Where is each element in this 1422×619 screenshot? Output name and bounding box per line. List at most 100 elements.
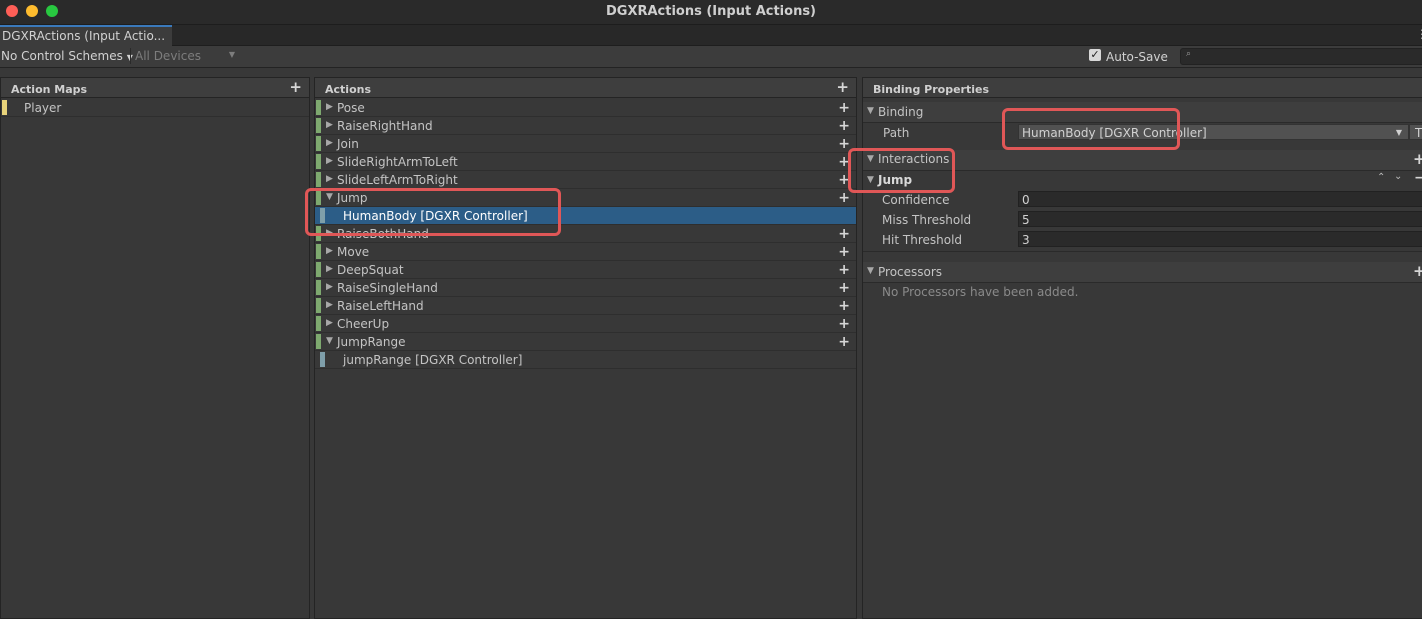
auto-save-label: Auto-Save [1106,50,1168,64]
section-divider [863,251,1422,252]
miss-threshold-label: Miss Threshold [882,213,972,227]
devices-dropdown[interactable]: All Devices ▼ [130,48,238,64]
toolbar: No Control Schemes ▼ All Devices ▼ ✓ Aut… [0,46,1422,68]
processors-empty-message: No Processors have been added. [882,285,1079,299]
action-label: Move [337,245,370,259]
add-binding-button[interactable]: + [838,190,850,206]
add-binding-button[interactable]: + [838,334,850,350]
highlight-box-path [1002,108,1180,150]
path-t-button[interactable]: T [1409,124,1422,140]
search-icon: ⌕ [1186,49,1192,59]
control-scheme-dropdown[interactable]: No Control Schemes ▼ [1,49,133,63]
add-processor-button[interactable]: + [1413,264,1422,279]
action-item-pose[interactable]: ▶ Pose + [315,99,856,117]
collapsed-arrow-icon[interactable]: ▶ [326,264,333,274]
action-label: SlideLeftArmToRight [337,173,458,187]
action-item-slideleftarmtoright[interactable]: ▶ SlideLeftArmToRight + [315,171,856,189]
action-color-bar [316,172,321,187]
add-binding-button[interactable]: + [838,226,850,242]
action-label: SlideRightArmToLeft [337,155,458,169]
action-item-jumprange[interactable]: ▼ JumpRange + [315,333,856,351]
expanded-arrow-icon[interactable]: ▼ [326,336,333,346]
tab-menu-icon[interactable]: ⋮ [1416,27,1422,41]
highlight-box-jump-binding [305,188,561,236]
expand-arrow-icon: ▼ [867,266,874,276]
add-binding-button[interactable]: + [838,118,850,134]
highlight-box-interactions [848,148,955,193]
collapsed-arrow-icon[interactable]: ▶ [326,120,333,130]
confidence-field[interactable]: 0 [1018,191,1422,207]
action-color-bar [316,154,321,169]
action-label: RaiseRightHand [337,119,433,133]
action-color-bar [316,334,321,349]
path-label: Path [883,126,910,140]
add-binding-button[interactable]: + [838,316,850,332]
action-maps-header: Action Maps [1,78,309,98]
collapsed-arrow-icon[interactable]: ▶ [326,282,333,292]
add-action-map-button[interactable]: + [289,80,302,95]
tab-dgxr-actions[interactable]: DGXRActions (Input Actio... [0,25,172,46]
remove-interaction-button[interactable]: − [1414,170,1422,186]
collapsed-arrow-icon[interactable]: ▶ [326,246,333,256]
binding-item-jumprange-dgxr-controller[interactable]: jumpRange [DGXR Controller] [315,351,856,369]
action-map-color-bar [2,100,7,115]
add-interaction-button[interactable]: + [1413,152,1422,167]
action-label: DeepSquat [337,263,404,277]
action-color-bar [316,280,321,295]
chevron-down-icon: ▼ [228,50,235,59]
tab-bar: DGXRActions (Input Actio... ⋮ [0,25,1422,46]
miss-threshold-field[interactable]: 5 [1018,211,1422,227]
add-binding-button[interactable]: + [838,262,850,278]
collapsed-arrow-icon[interactable]: ▶ [326,102,333,112]
action-item-deepsquat[interactable]: ▶ DeepSquat + [315,261,856,279]
window-title: DGXRActions (Input Actions) [605,4,817,19]
add-binding-button[interactable]: + [838,244,850,260]
actions-title: Actions [325,83,371,96]
search-input[interactable]: ⌕ [1180,48,1422,65]
actions-panel: Actions + ▶ Pose + ▶ RaiseRightHand + ▶ Join + ▶ S… [314,77,857,619]
processors-section-header[interactable]: ▼ Processors + [863,262,1422,283]
collapsed-arrow-icon[interactable]: ▶ [326,174,333,184]
processors-section-label: Processors [878,265,943,279]
collapsed-arrow-icon[interactable]: ▶ [326,138,333,148]
add-binding-button[interactable]: + [838,100,850,116]
action-maps-title: Action Maps [11,83,88,96]
chevron-down-icon: ▼ [1395,128,1402,137]
binding-label: jumpRange [DGXR Controller] [343,353,523,367]
binding-properties-header: Binding Properties [863,78,1422,98]
add-action-button[interactable]: + [836,80,849,95]
collapsed-arrow-icon[interactable]: ▶ [326,300,333,310]
actions-header: Actions [315,78,856,98]
action-item-raiserighthand[interactable]: ▶ RaiseRightHand + [315,117,856,135]
action-color-bar [316,118,321,133]
add-binding-button[interactable]: + [838,298,850,314]
action-item-sliderightarmtoleft[interactable]: ▶ SlideRightArmToLeft + [315,153,856,171]
action-map-item-player[interactable]: Player [1,99,309,117]
action-item-cheerup[interactable]: ▶ CheerUp + [315,315,856,333]
action-color-bar [316,262,321,277]
action-item-raiselefthand[interactable]: ▶ RaiseLeftHand + [315,297,856,315]
binding-properties-title: Binding Properties [873,83,990,96]
hit-threshold-label: Hit Threshold [882,233,963,247]
move-down-icon[interactable]: ⌄ [1394,171,1402,182]
collapsed-arrow-icon[interactable]: ▶ [326,318,333,328]
action-item-raisesinglehand[interactable]: ▶ RaiseSingleHand + [315,279,856,297]
action-map-label: Player [24,101,62,115]
action-item-move[interactable]: ▶ Move + [315,243,856,261]
expand-arrow-icon: ▼ [867,106,874,116]
control-scheme-label: No Control Schemes [1,49,123,63]
action-label: RaiseSingleHand [337,281,438,295]
action-color-bar [316,100,321,115]
action-color-bar [316,298,321,313]
action-color-bar [316,136,321,151]
auto-save-checkbox[interactable]: ✓ [1089,49,1101,61]
confidence-label: Confidence [882,193,950,207]
action-item-join[interactable]: ▶ Join + [315,135,856,153]
window-title-bar: DGXRActions (Input Actions) [0,0,1422,25]
hit-threshold-field[interactable]: 3 [1018,231,1422,247]
collapsed-arrow-icon[interactable]: ▶ [326,156,333,166]
add-binding-button[interactable]: + [838,280,850,296]
move-up-icon[interactable]: ⌃ [1377,172,1385,183]
action-maps-panel: Action Maps + Player [0,77,310,619]
binding-color-bar [320,352,325,367]
